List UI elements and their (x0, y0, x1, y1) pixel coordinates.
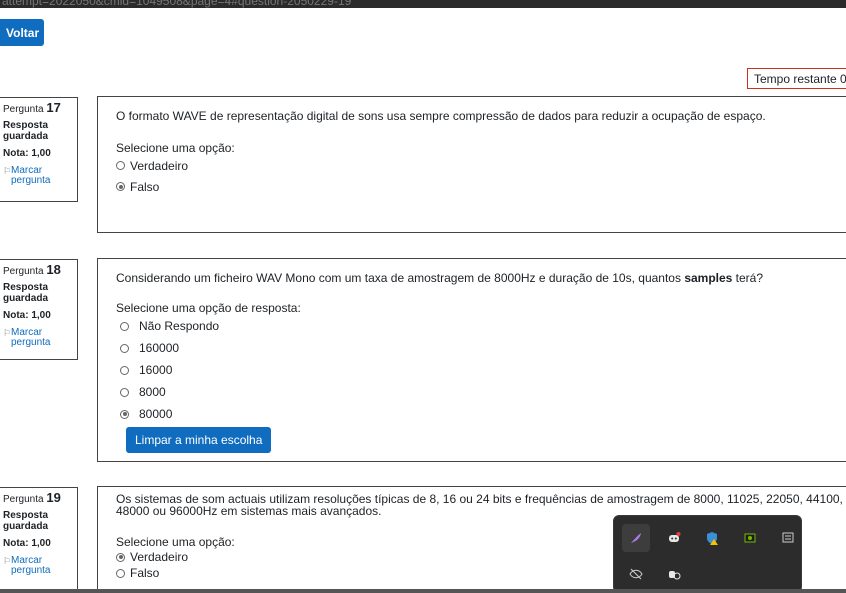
radio-button[interactable] (116, 161, 125, 170)
option-16000[interactable]: 16000 (116, 359, 846, 381)
radio-button[interactable] (120, 409, 129, 419)
browser-url-bar[interactable]: attempt=2022050&cmid=1049508&page=4#ques… (0, 0, 846, 8)
answer-prompt: Selecione uma opção de resposta: (116, 301, 301, 315)
question-info-18: Pergunta 18 Resposta guardada Nota: 1,00… (0, 259, 78, 360)
radio-button[interactable] (116, 552, 125, 562)
radio-button[interactable] (116, 568, 125, 578)
back-button[interactable]: Voltar (0, 19, 44, 46)
question-content-17: O formato WAVE de representação digital … (97, 96, 846, 233)
system-tray-overflow (613, 515, 802, 593)
question-state: Resposta guardada (3, 510, 49, 532)
option-nao-respondo[interactable]: Não Respondo (116, 315, 846, 337)
flag-question-link[interactable]: ⚐ Marcar pergunta (3, 166, 75, 186)
flag-question-link[interactable]: ⚐ Marcar pergunta (3, 556, 75, 576)
option-80000[interactable]: 80000 (116, 403, 846, 425)
radio-button[interactable] (120, 343, 129, 353)
option-falso[interactable]: Falso (116, 176, 846, 197)
answer-prompt: Selecione uma opção: (116, 141, 235, 155)
option-verdadeiro[interactable]: Verdadeiro (116, 155, 846, 176)
flag-question-link[interactable]: ⚐ Marcar pergunta (3, 328, 75, 348)
question-grade: Nota: 1,00 (3, 148, 51, 159)
eye-off-icon[interactable] (622, 560, 650, 588)
question-content-18: Considerando um ficheiro WAV Mono com um… (97, 258, 846, 462)
nvidia-icon[interactable] (736, 524, 764, 552)
question-number: Pergunta 18 (3, 262, 61, 278)
question-state: Resposta guardada (3, 120, 49, 142)
question-text: Os sistemas de som actuais utilizam reso… (116, 492, 843, 518)
radio-button[interactable] (116, 182, 125, 191)
question-state: Resposta guardada (3, 282, 49, 304)
question-info-19: Pergunta 19 Resposta guardada Nota: 1,00… (0, 487, 78, 593)
question-grade: Nota: 1,00 (3, 310, 51, 321)
question-number: Pergunta 19 (3, 490, 61, 506)
radio-button[interactable] (120, 365, 129, 375)
hand-info-icon[interactable] (660, 560, 688, 588)
url-text: attempt=2022050&cmid=1049508&page=4#ques… (2, 0, 352, 8)
question-text: Considerando um ficheiro WAV Mono com um… (116, 271, 764, 285)
flag-icon: ⚐ (3, 328, 12, 338)
radio-button[interactable] (120, 321, 129, 331)
option-8000[interactable]: 8000 (116, 381, 846, 403)
taskbar-edge (0, 589, 846, 593)
flag-icon: ⚐ (3, 556, 12, 566)
clear-choice-button[interactable]: Limpar a minha escolha (126, 427, 272, 453)
question-info-17: Pergunta 17 Resposta guardada Nota: 1,00… (0, 97, 78, 202)
question-grade: Nota: 1,00 (3, 538, 51, 549)
discord-icon[interactable] (660, 524, 688, 552)
time-remaining: Tempo restante 0 (747, 68, 846, 89)
flag-icon: ⚐ (3, 166, 12, 176)
radio-button[interactable] (120, 387, 129, 397)
feather-icon[interactable] (622, 524, 650, 552)
option-160000[interactable]: 160000 (116, 337, 846, 359)
defender-warning-icon[interactable] (698, 524, 726, 552)
question-text: O formato WAVE de representação digital … (116, 109, 766, 123)
display-icon[interactable] (774, 524, 802, 552)
question-number: Pergunta 17 (3, 100, 61, 116)
